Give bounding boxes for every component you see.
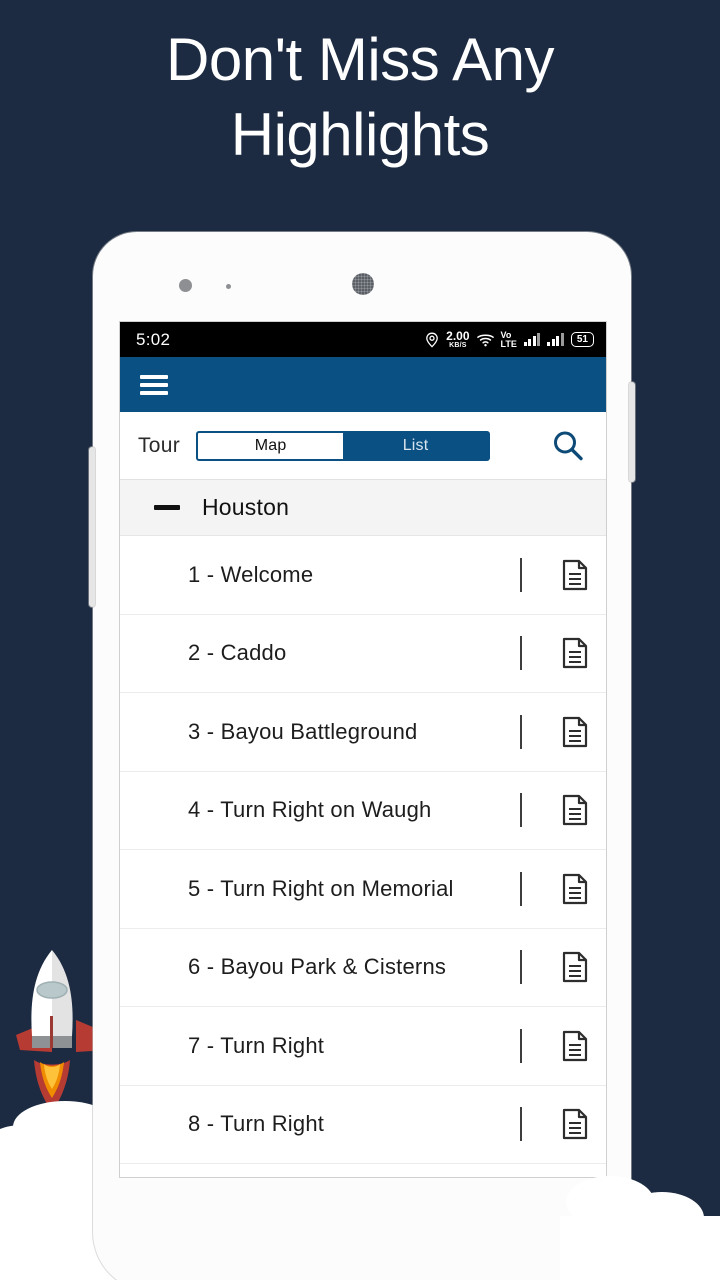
row-divider [520, 950, 522, 985]
signal-bars-icon-2 [547, 333, 564, 346]
power-button[interactable] [629, 382, 635, 482]
headline-line-1: Don't Miss Any [166, 26, 554, 93]
row-divider [520, 557, 522, 592]
data-rate-indicator: 2.00 KB/S [446, 330, 469, 349]
minus-icon[interactable] [154, 505, 180, 510]
list-item[interactable]: 4 - Turn Right on Waugh [120, 772, 606, 850]
list-item[interactable]: 3 - Bayou Battleground [120, 693, 606, 772]
row-divider [520, 1107, 522, 1142]
tour-label: Tour [138, 433, 181, 457]
volume-button[interactable] [89, 447, 95, 607]
sensor-icon [179, 279, 192, 292]
cloud-decoration-right [550, 1160, 720, 1280]
list-item-label: 7 - Turn Right [188, 1032, 325, 1058]
group-title: Houston [202, 494, 290, 520]
battery-indicator: 51 [570, 332, 594, 347]
volte-line-2: LTE [500, 338, 517, 349]
document-button[interactable] [544, 794, 606, 826]
document-button[interactable] [544, 873, 606, 905]
document-icon [562, 873, 588, 904]
search-button[interactable] [546, 424, 590, 468]
phone-top-bezel [93, 232, 631, 322]
status-bar: 5:02 2.00 KB/S Vo LTE 51 [120, 322, 606, 357]
tour-toolbar: Tour Map List [120, 412, 606, 480]
list-item-label: 6 - Bayou Park & Cisterns [188, 954, 447, 980]
list-item[interactable]: 1 - Welcome [120, 536, 606, 615]
row-divider [520, 714, 522, 749]
document-icon [562, 952, 588, 983]
document-icon [562, 559, 588, 590]
document-icon [562, 638, 588, 669]
status-time: 5:02 [136, 329, 171, 349]
row-divider [520, 1028, 522, 1063]
list-item-label: 8 - Turn Right [188, 1111, 325, 1137]
list-item-label: 1 - Welcome [188, 561, 314, 587]
wifi-icon [476, 333, 494, 346]
sensor-small-icon [226, 284, 231, 289]
row-divider [520, 871, 522, 906]
document-button[interactable] [544, 1108, 606, 1140]
tab-map[interactable]: Map [198, 432, 344, 459]
document-button[interactable] [544, 951, 606, 983]
data-rate-unit: KB/S [449, 342, 467, 349]
list-item[interactable]: 2 - Caddo [120, 615, 606, 693]
document-icon [562, 716, 588, 747]
group-header-houston[interactable]: Houston [120, 480, 606, 536]
search-icon [554, 431, 583, 460]
list-item[interactable]: 8 - Turn Right [120, 1086, 606, 1164]
row-divider [520, 636, 522, 671]
list-item[interactable]: 7 - Turn Right [120, 1007, 606, 1086]
document-button[interactable] [544, 637, 606, 669]
list-item[interactable]: 5 - Turn Right on Memorial [120, 850, 606, 929]
phone-screen: 5:02 2.00 KB/S Vo LTE 51 Tour Map List H… [120, 322, 606, 1177]
document-button[interactable] [544, 716, 606, 748]
tour-stop-list: Houston 1 - Welcome 2 - Caddo 3 - Bayou … [120, 480, 606, 1164]
document-button[interactable] [544, 559, 606, 591]
promo-headline: Don't Miss Any Highlights [0, 22, 720, 172]
row-divider [520, 793, 522, 828]
list-item-label: 2 - Caddo [188, 640, 287, 666]
headline-line-2: Highlights [230, 101, 490, 168]
app-bar [120, 357, 606, 412]
location-pin-icon [426, 332, 439, 347]
tab-list[interactable]: List [343, 432, 489, 459]
front-camera-icon [352, 273, 374, 295]
hamburger-menu-icon[interactable] [140, 371, 168, 399]
document-button[interactable] [544, 1030, 606, 1062]
document-icon [562, 795, 588, 826]
data-rate-value: 2.00 [446, 329, 470, 343]
phone-mockup: 5:02 2.00 KB/S Vo LTE 51 Tour Map List H… [89, 232, 635, 1280]
map-list-segmented-control[interactable]: Map List [196, 430, 491, 461]
list-item-label: 3 - Bayou Battleground [188, 718, 418, 744]
volte-indicator: Vo LTE [500, 330, 517, 349]
document-icon [562, 1030, 588, 1061]
signal-bars-icon-1 [523, 333, 541, 346]
list-item-label: 5 - Turn Right on Memorial [188, 875, 454, 901]
document-icon [562, 1109, 588, 1140]
list-item-label: 4 - Turn Right on Waugh [188, 797, 432, 823]
list-item[interactable]: 6 - Bayou Park & Cisterns [120, 929, 606, 1007]
